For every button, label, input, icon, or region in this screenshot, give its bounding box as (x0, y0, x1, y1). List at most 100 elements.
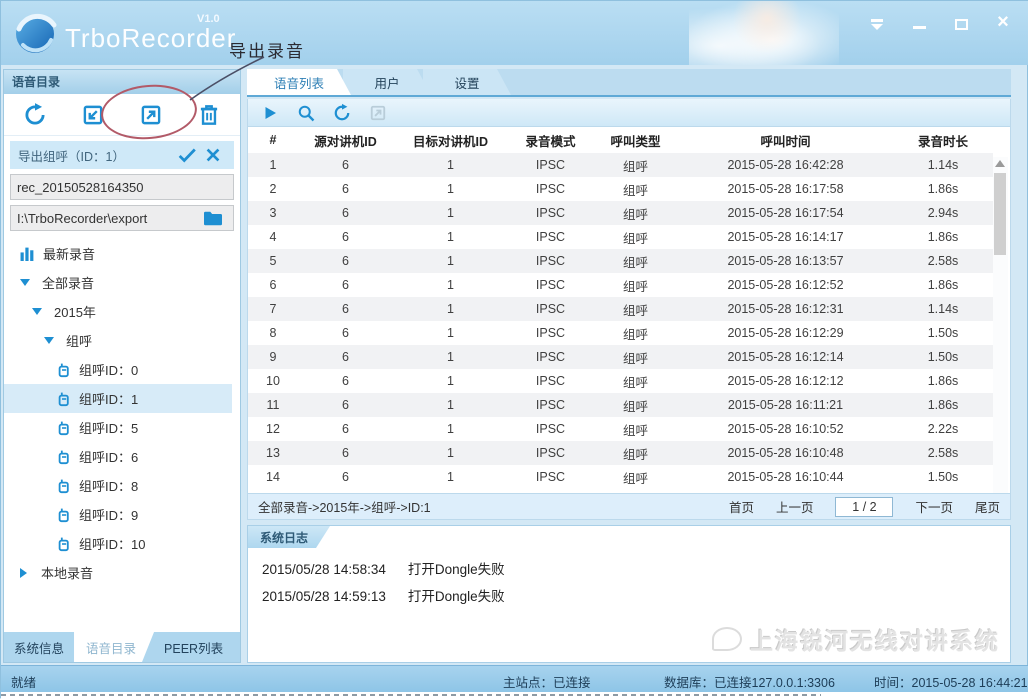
annotation-text: 导出录音 (229, 37, 305, 62)
status-master-site: 主站点：已连接 (503, 672, 591, 691)
refresh-icon[interactable] (330, 101, 354, 125)
tree-item-group-id[interactable]: 组呼ID：0 (4, 355, 240, 384)
col-index[interactable]: # (248, 127, 298, 153)
last-page-button[interactable]: 尾页 (975, 497, 1000, 516)
table-row[interactable]: 761IPSC组呼2015-05-28 16:12:311.14s (248, 297, 993, 321)
tree-item-group-id[interactable]: 组呼ID：10 (4, 529, 240, 558)
export-panel-header: 导出组呼（ID：1） (10, 141, 234, 169)
main-panel: 语音列表 用户 设置 # 源对讲机ID (247, 69, 1011, 663)
tree-item-all[interactable]: 全部录音 (4, 268, 240, 297)
radio-icon (56, 478, 71, 494)
browse-folder-icon[interactable] (199, 207, 227, 229)
export-icon[interactable] (136, 100, 166, 130)
tab-peer-list[interactable]: PEER列表 (154, 632, 233, 662)
radio-icon (56, 420, 71, 436)
table-row[interactable]: 561IPSC组呼2015-05-28 16:13:572.58s (248, 249, 993, 273)
col-call-time[interactable]: 呼叫时间 (678, 127, 893, 153)
table-row[interactable]: 161IPSC组呼2015-05-28 16:42:281.14s (248, 153, 993, 177)
tree-item-group-id[interactable]: 组呼ID：9 (4, 500, 240, 529)
tree-item-group-id[interactable]: 组呼ID：5 (4, 413, 240, 442)
table-body: 161IPSC组呼2015-05-28 16:42:281.14s261IPSC… (248, 153, 993, 489)
table-row[interactable]: 261IPSC组呼2015-05-28 16:17:581.86s (248, 177, 993, 201)
refresh-icon[interactable] (20, 100, 50, 130)
import-icon[interactable] (78, 100, 108, 130)
main-tabs: 语音列表 用户 设置 (247, 69, 1011, 97)
table-row[interactable]: 361IPSC组呼2015-05-28 16:17:542.94s (248, 201, 993, 225)
export-filename-field[interactable]: rec_20150528164350 (10, 174, 234, 200)
col-record-mode[interactable]: 录音模式 (508, 127, 593, 153)
tree-item-group-id[interactable]: 组呼ID：1 (4, 384, 232, 413)
page-number-input[interactable]: 1 / 2 (835, 497, 893, 517)
export-path-value: I:\TrboRecorder\export (17, 211, 199, 226)
tree-item-latest[interactable]: 最新录音 (4, 239, 240, 268)
export-disabled-icon (366, 101, 390, 125)
log-entry: 2015/05/28 14:59:13打开Dongle失败 (262, 583, 996, 610)
title-bar: TrboRecorder V1.0 导出录音 × (1, 1, 1028, 65)
tree-item-year[interactable]: 2015年 (4, 297, 240, 326)
radio-icon (56, 362, 71, 378)
tab-voice-directory[interactable]: 语音目录 (74, 632, 154, 662)
play-icon[interactable] (258, 101, 282, 125)
export-path-field[interactable]: I:\TrboRecorder\export (10, 205, 234, 231)
table-row[interactable]: 861IPSC组呼2015-05-28 16:12:291.50s (248, 321, 993, 345)
col-call-type[interactable]: 呼叫类型 (593, 127, 678, 153)
voice-tree: 最新录音 全部录音 2015年 组呼 组呼ID：0组呼ID：1组呼ID：5组呼I… (4, 239, 240, 587)
tab-users[interactable]: 用户 (343, 69, 431, 95)
table-scrollbar[interactable] (993, 157, 1008, 515)
export-panel-title: 导出组呼（ID：1） (18, 146, 125, 165)
tab-voice-list[interactable]: 语音列表 (247, 69, 351, 95)
close-icon[interactable]: × (995, 12, 1011, 30)
delete-icon[interactable] (194, 100, 224, 130)
search-icon[interactable] (294, 101, 318, 125)
col-source-id[interactable]: 源对讲机ID (298, 127, 393, 153)
breadcrumb: 全部录音->2015年->组呼->ID:1 (258, 497, 707, 516)
status-ready: 就绪 (11, 672, 36, 691)
table-row[interactable]: 1261IPSC组呼2015-05-28 16:10:522.22s (248, 417, 993, 441)
system-log-panel: 系统日志 2015/05/28 14:58:34打开Dongle失败2015/0… (247, 525, 1011, 663)
log-entries: 2015/05/28 14:58:34打开Dongle失败2015/05/28 … (248, 550, 1010, 662)
bar-chart-icon (20, 246, 35, 261)
col-target-id[interactable]: 目标对讲机ID (393, 127, 508, 153)
list-toolbar (247, 99, 1011, 127)
radio-icon (56, 507, 71, 523)
tree-item-group-id[interactable]: 组呼ID：8 (4, 471, 240, 500)
table-row[interactable]: 1361IPSC组呼2015-05-28 16:10:482.58s (248, 441, 993, 465)
tab-system-log[interactable]: 系统日志 (248, 526, 330, 548)
scroll-up-icon[interactable] (995, 160, 1005, 167)
confirm-check-icon[interactable] (174, 143, 200, 167)
collapsed-arrow-icon (20, 568, 27, 578)
table-row[interactable]: 961IPSC组呼2015-05-28 16:12:141.50s (248, 345, 993, 369)
app-title: TrboRecorder (65, 23, 236, 54)
cancel-x-icon[interactable] (200, 143, 226, 167)
app-version: V1.0 (197, 13, 220, 25)
tab-system-info[interactable]: 系统信息 (4, 632, 74, 662)
rollup-icon[interactable] (869, 12, 885, 30)
first-page-button[interactable]: 首页 (729, 497, 754, 516)
table-row[interactable]: 1461IPSC组呼2015-05-28 16:10:441.50s (248, 465, 993, 489)
status-bar: 就绪 主站点：已连接 数据库：已连接127.0.0.1:3306 时间：2015… (1, 665, 1028, 692)
maximize-icon[interactable] (953, 12, 969, 30)
sidebar: 语音目录 导出组呼（ID：1） (3, 69, 241, 663)
prev-page-button[interactable]: 上一页 (776, 497, 814, 516)
status-database: 数据库：已连接127.0.0.1:3306 (664, 672, 835, 691)
log-entry: 2015/05/28 14:58:34打开Dongle失败 (262, 556, 996, 583)
table-row[interactable]: 1161IPSC组呼2015-05-28 16:11:211.86s (248, 393, 993, 417)
col-duration[interactable]: 录音时长 (893, 127, 993, 153)
minimize-icon[interactable] (911, 12, 927, 30)
tree-group-items: 组呼ID：0组呼ID：1组呼ID：5组呼ID：6组呼ID：8组呼ID：9组呼ID… (4, 355, 240, 558)
tab-settings[interactable]: 设置 (423, 69, 511, 95)
tree-item-group-id[interactable]: 组呼ID：6 (4, 442, 240, 471)
radio-icon (56, 391, 71, 407)
sidebar-toolbar (4, 94, 240, 136)
table-row[interactable]: 461IPSC组呼2015-05-28 16:14:171.86s (248, 225, 993, 249)
tree-item-group[interactable]: 组呼 (4, 326, 240, 355)
table-row[interactable]: 1061IPSC组呼2015-05-28 16:12:121.86s (248, 369, 993, 393)
tree-item-local[interactable]: 本地录音 (4, 558, 240, 587)
window-controls: × (869, 9, 1011, 33)
scrollbar-thumb[interactable] (994, 173, 1006, 255)
table-row[interactable]: 661IPSC组呼2015-05-28 16:12:521.86s (248, 273, 993, 297)
radio-icon (56, 536, 71, 552)
next-page-button[interactable]: 下一页 (915, 497, 953, 516)
export-filename-value: rec_20150528164350 (17, 180, 227, 195)
expanded-arrow-icon (44, 337, 54, 344)
